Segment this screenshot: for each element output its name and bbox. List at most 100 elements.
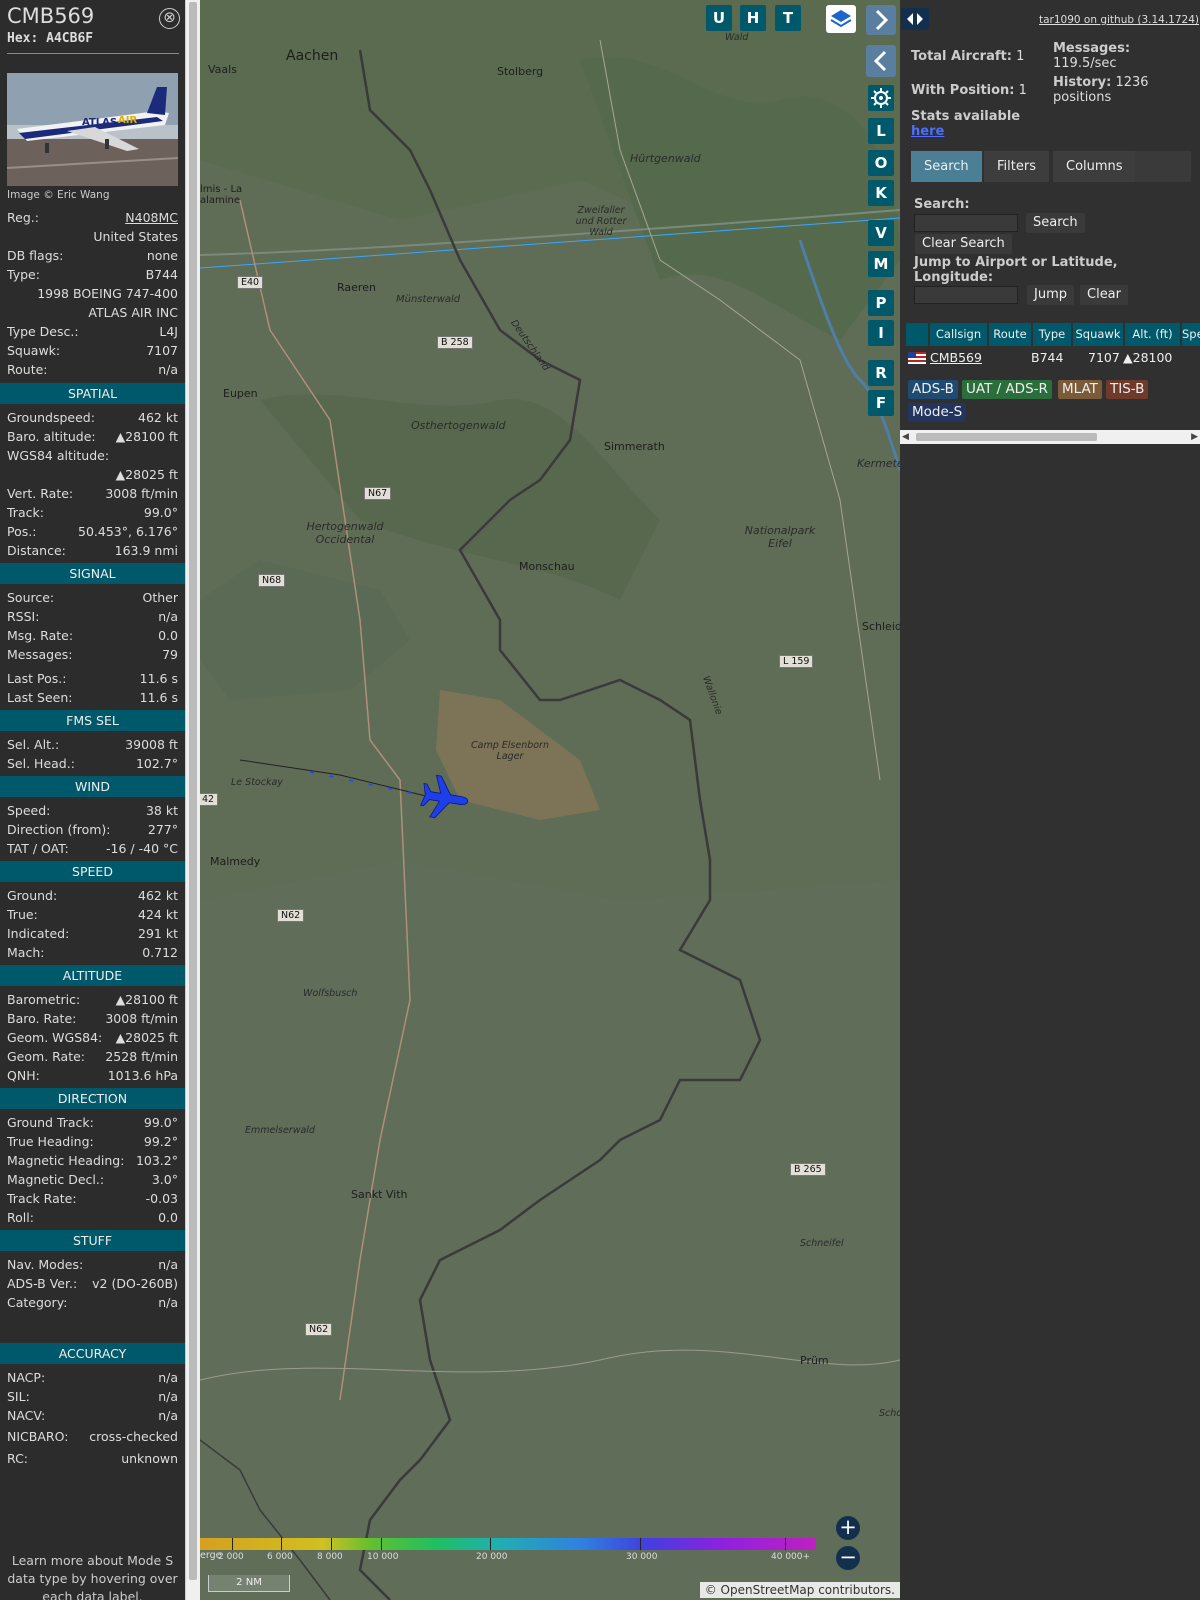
info-label: Groundspeed: bbox=[7, 410, 95, 425]
tab-columns[interactable]: Columns bbox=[1053, 151, 1136, 182]
info-label: Baro. altitude: bbox=[7, 429, 96, 444]
info-row: 1998 BOEING 747-400 bbox=[7, 286, 178, 305]
zoom-out-icon[interactable]: − bbox=[836, 1546, 860, 1570]
jump-button[interactable]: Jump bbox=[1027, 285, 1074, 305]
aircraft-photo[interactable]: ATLAS AIR bbox=[7, 73, 178, 186]
clear-search-button[interactable]: Clear Search bbox=[915, 234, 1012, 254]
search-button[interactable]: Search bbox=[1026, 213, 1085, 233]
side-button-l[interactable]: L bbox=[868, 118, 894, 144]
map-place-label: Eupen bbox=[223, 387, 258, 400]
side-button-p[interactable]: P bbox=[868, 290, 894, 316]
info-value: 11.6 s bbox=[139, 671, 178, 686]
row-altitude: ▲28100 bbox=[1123, 350, 1173, 365]
info-value[interactable]: N408MC bbox=[125, 210, 178, 229]
info-label: Messages: bbox=[7, 647, 73, 662]
info-value: 163.9 nmi bbox=[114, 543, 178, 558]
map-place-label: Simmerath bbox=[604, 440, 665, 453]
layer-button-u[interactable]: U bbox=[706, 5, 732, 31]
clear-button[interactable]: Clear bbox=[1080, 285, 1128, 305]
hex-code: A4CB6F bbox=[46, 31, 94, 46]
section-header-accuracy: ACCURACY bbox=[0, 1343, 185, 1364]
github-link[interactable]: tar1090 on github (3.14.1724) bbox=[1039, 14, 1199, 26]
attribution-text[interactable]: © OpenStreetMap contributors. bbox=[705, 1583, 895, 1597]
info-row: Messages: 79 bbox=[7, 647, 178, 666]
info-row: Track Rate: -0.03 bbox=[7, 1191, 178, 1210]
info-label: Reg.: bbox=[7, 210, 39, 225]
side-button-f[interactable]: F bbox=[868, 390, 894, 416]
scroll-left-icon[interactable]: ◀ bbox=[902, 432, 909, 442]
road-shield: L 159 bbox=[779, 655, 814, 668]
scroll-right-icon[interactable]: ▶ bbox=[1191, 432, 1198, 442]
legend-mlat: MLAT bbox=[1058, 380, 1102, 399]
info-label: Geom. WGS84: bbox=[7, 1030, 103, 1045]
side-button-r[interactable]: R bbox=[868, 360, 894, 386]
road-shield: 42 bbox=[200, 793, 219, 806]
horizontal-scrollbar[interactable]: ◀ ▶ bbox=[900, 430, 1200, 444]
info-row: Groundspeed: 462 kt bbox=[7, 410, 178, 429]
side-button-i[interactable]: I bbox=[868, 320, 894, 346]
altitude-tick-label: 6 000 bbox=[267, 1552, 293, 1562]
column-header[interactable]: Type bbox=[1033, 323, 1071, 346]
info-value: B744 bbox=[145, 267, 178, 282]
expand-right-icon[interactable] bbox=[866, 5, 896, 35]
info-value: n/a bbox=[158, 1389, 178, 1404]
side-button-k[interactable]: K bbox=[868, 180, 894, 206]
altitude-tick-label: 8 000 bbox=[317, 1552, 343, 1562]
chevron-left-icon bbox=[873, 50, 887, 72]
road-shield: B 265 bbox=[790, 1163, 826, 1176]
info-label: Mach: bbox=[7, 945, 45, 960]
column-header[interactable] bbox=[906, 323, 928, 346]
photo-credit: Image © Eric Wang bbox=[7, 189, 110, 201]
layers-icon[interactable] bbox=[826, 5, 856, 33]
tab-blank[interactable] bbox=[1135, 151, 1191, 182]
column-header[interactable]: Spe bbox=[1182, 323, 1200, 346]
info-label: Ground Track: bbox=[7, 1115, 94, 1130]
info-row: True Heading: 99.2° bbox=[7, 1134, 178, 1153]
column-header[interactable]: Alt. (ft) bbox=[1125, 323, 1180, 346]
column-header[interactable]: Callsign bbox=[930, 323, 987, 346]
map-place-label: Nationalpark Eifel bbox=[744, 524, 816, 550]
info-row: Route: n/a bbox=[7, 362, 178, 381]
hex-label: Hex: bbox=[7, 31, 39, 46]
toggle-panel-icon[interactable] bbox=[901, 8, 929, 30]
collapse-left-icon[interactable] bbox=[866, 45, 896, 77]
map-view[interactable]: Aachen Vaals Stolberg Hürtgenwald Zweifa… bbox=[200, 0, 900, 1600]
column-header[interactable]: Route bbox=[989, 323, 1031, 346]
layer-button-t[interactable]: T bbox=[775, 5, 801, 31]
info-row: NACV: n/a bbox=[7, 1408, 178, 1427]
sidebar-scrollbar-thumb[interactable] bbox=[189, 2, 197, 1580]
jump-input[interactable] bbox=[914, 286, 1018, 304]
info-label: Ground: bbox=[7, 888, 58, 903]
sidebar-scrollbar[interactable] bbox=[185, 0, 200, 1600]
info-label: NACV: bbox=[7, 1408, 46, 1423]
aircraft-marker-icon[interactable] bbox=[416, 769, 473, 826]
row-callsign[interactable]: CMB569 bbox=[930, 350, 982, 365]
zoom-in-icon[interactable]: + bbox=[836, 1516, 860, 1540]
map-place-label: Camp Elsenborn Lager bbox=[471, 740, 549, 762]
side-button-m[interactable]: M bbox=[868, 251, 894, 277]
info-value: 103.2° bbox=[135, 1153, 178, 1168]
side-button-o[interactable]: O bbox=[868, 150, 894, 176]
tab-filters[interactable]: Filters bbox=[984, 151, 1049, 182]
info-row: Baro. Rate: 3008 ft/min bbox=[7, 1011, 178, 1030]
layer-button-h[interactable]: H bbox=[740, 5, 766, 31]
section-header-spatial: SPATIAL bbox=[0, 383, 185, 404]
altitude-tick bbox=[640, 1538, 641, 1550]
info-row: True: 424 kt bbox=[7, 907, 178, 926]
info-value: v2 (DO-260B) bbox=[92, 1276, 178, 1291]
info-value: n/a bbox=[158, 1370, 178, 1385]
info-label: Distance: bbox=[7, 543, 66, 558]
search-input[interactable] bbox=[914, 214, 1018, 232]
scale-bar: 2 NM bbox=[208, 1575, 290, 1592]
row-squawk: 7107 bbox=[1088, 350, 1120, 365]
info-row: Last Pos.: 11.6 s bbox=[7, 671, 178, 690]
stats-link[interactable]: here bbox=[911, 124, 944, 139]
side-button-v[interactable]: V bbox=[868, 220, 894, 246]
horizontal-scrollbar-thumb[interactable] bbox=[916, 433, 1097, 441]
info-label: Sel. Head.: bbox=[7, 756, 75, 771]
close-icon[interactable]: ⊗ bbox=[159, 8, 180, 29]
settings-gear-icon[interactable] bbox=[868, 85, 894, 111]
tab-search[interactable]: Search bbox=[911, 151, 982, 182]
column-header[interactable]: Squawk bbox=[1073, 323, 1123, 346]
info-row: Category: n/a bbox=[7, 1295, 178, 1314]
